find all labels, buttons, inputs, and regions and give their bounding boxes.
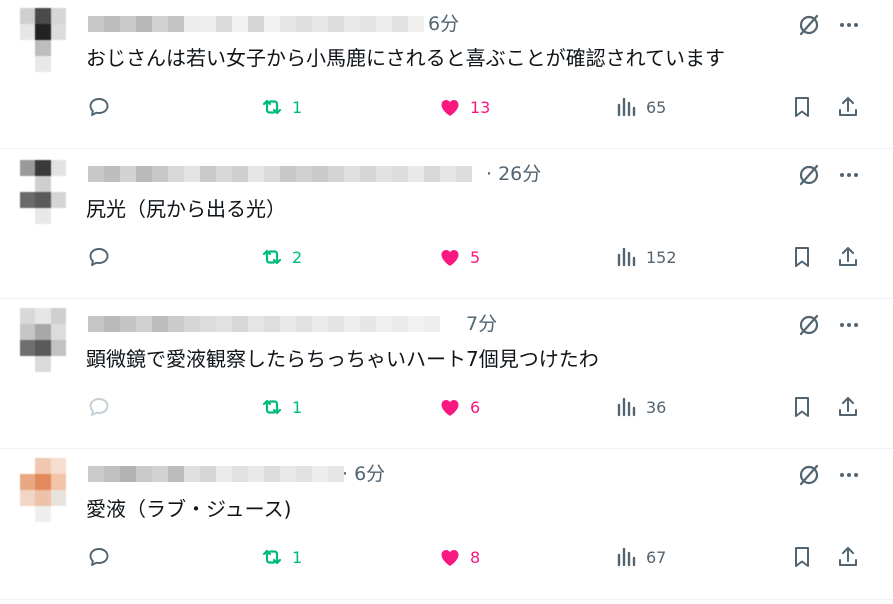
post-text: 顕微鏡で愛液観察したらちっちゃいハート7個見つけたわ — [86, 347, 599, 371]
retweet-count: 1 — [292, 97, 303, 117]
avatar[interactable] — [20, 308, 66, 372]
reply-button[interactable] — [87, 545, 111, 569]
more-icon[interactable] — [836, 462, 862, 488]
more-icon[interactable] — [836, 312, 862, 338]
like-count: 6 — [470, 397, 481, 417]
reply-button[interactable] — [87, 95, 111, 119]
heart-icon — [441, 250, 459, 266]
like-button[interactable]: 6 — [438, 395, 480, 419]
bookmark-icon — [795, 397, 809, 417]
heart-icon — [441, 550, 459, 566]
reply-button[interactable] — [87, 395, 111, 419]
share-button[interactable] — [836, 545, 860, 569]
like-count: 5 — [470, 247, 481, 267]
reply-button[interactable] — [87, 245, 111, 269]
bookmark-button[interactable] — [790, 395, 814, 419]
view-count: 36 — [646, 397, 667, 417]
post-text: 尻光（尻から出る光） — [86, 197, 286, 221]
bookmark-icon — [795, 547, 809, 567]
author-name-redacted[interactable] — [88, 12, 424, 36]
post-time[interactable]: 6分 — [428, 12, 459, 36]
retweet-icon — [262, 99, 282, 115]
grok-icon[interactable] — [796, 462, 822, 488]
avatar[interactable] — [20, 458, 66, 522]
post[interactable]: 6分 おじさんは若い女子から小馬鹿にされると喜ぶことが確認されています 1 13… — [0, 0, 893, 149]
like-button[interactable]: 8 — [438, 545, 480, 569]
retweet-button[interactable]: 1 — [260, 395, 302, 419]
views-icon — [617, 247, 636, 267]
share-button[interactable] — [836, 245, 860, 269]
share-icon — [839, 247, 857, 266]
author-name-redacted[interactable] — [88, 162, 472, 186]
reply-icon — [89, 248, 109, 266]
bookmark-icon — [795, 247, 809, 267]
views-button[interactable]: 36 — [614, 395, 666, 419]
views-icon — [617, 547, 636, 567]
share-button[interactable] — [836, 395, 860, 419]
grok-icon[interactable] — [796, 312, 822, 338]
grok-icon[interactable] — [796, 162, 822, 188]
post-text: おじさんは若い女子から小馬鹿にされると喜ぶことが確認されています — [86, 46, 725, 70]
views-icon — [617, 97, 636, 117]
share-icon — [839, 97, 857, 116]
post[interactable]: 7分 顕微鏡で愛液観察したらちっちゃいハート7個見つけたわ 1 6 36 — [0, 300, 893, 449]
like-count: 8 — [470, 547, 481, 567]
heart-icon — [441, 100, 459, 116]
post-time[interactable]: · 26分 — [486, 162, 541, 186]
grok-icon[interactable] — [796, 12, 822, 38]
reply-icon — [89, 548, 109, 566]
like-button[interactable]: 13 — [438, 95, 490, 119]
retweet-count: 2 — [292, 247, 303, 267]
bookmark-button[interactable] — [790, 95, 814, 119]
bookmark-icon — [795, 97, 809, 117]
post[interactable]: · 6分 愛液（ラブ・ジュース) 1 8 67 — [0, 450, 893, 600]
post[interactable]: · 26分 尻光（尻から出る光） 2 5 152 — [0, 150, 893, 299]
share-button[interactable] — [836, 95, 860, 119]
retweet-button[interactable]: 1 — [260, 95, 302, 119]
retweet-icon — [262, 249, 282, 265]
post-time[interactable]: 7分 — [466, 312, 497, 336]
post-time[interactable]: · 6分 — [342, 462, 385, 486]
reply-icon — [89, 398, 109, 416]
views-button[interactable]: 152 — [614, 245, 677, 269]
view-count: 65 — [646, 97, 667, 117]
more-icon[interactable] — [836, 162, 862, 188]
share-icon — [839, 397, 857, 416]
author-name-redacted[interactable] — [88, 462, 344, 486]
bookmark-button[interactable] — [790, 245, 814, 269]
retweet-button[interactable]: 1 — [260, 545, 302, 569]
share-icon — [839, 547, 857, 566]
retweet-count: 1 — [292, 397, 303, 417]
more-icon[interactable] — [836, 12, 862, 38]
views-button[interactable]: 65 — [614, 95, 666, 119]
heart-icon — [441, 400, 459, 416]
avatar[interactable] — [20, 160, 66, 224]
views-icon — [617, 397, 636, 417]
retweet-icon — [262, 399, 282, 415]
post-text: 愛液（ラブ・ジュース) — [86, 497, 292, 521]
bookmark-button[interactable] — [790, 545, 814, 569]
author-name-redacted[interactable] — [88, 312, 440, 336]
retweet-icon — [262, 549, 282, 565]
reply-icon — [89, 98, 109, 116]
retweet-button[interactable]: 2 — [260, 245, 302, 269]
views-button[interactable]: 67 — [614, 545, 666, 569]
like-button[interactable]: 5 — [438, 245, 480, 269]
avatar[interactable] — [20, 8, 66, 72]
view-count: 67 — [646, 547, 667, 567]
retweet-count: 1 — [292, 547, 303, 567]
like-count: 13 — [470, 97, 491, 117]
view-count: 152 — [646, 247, 677, 267]
